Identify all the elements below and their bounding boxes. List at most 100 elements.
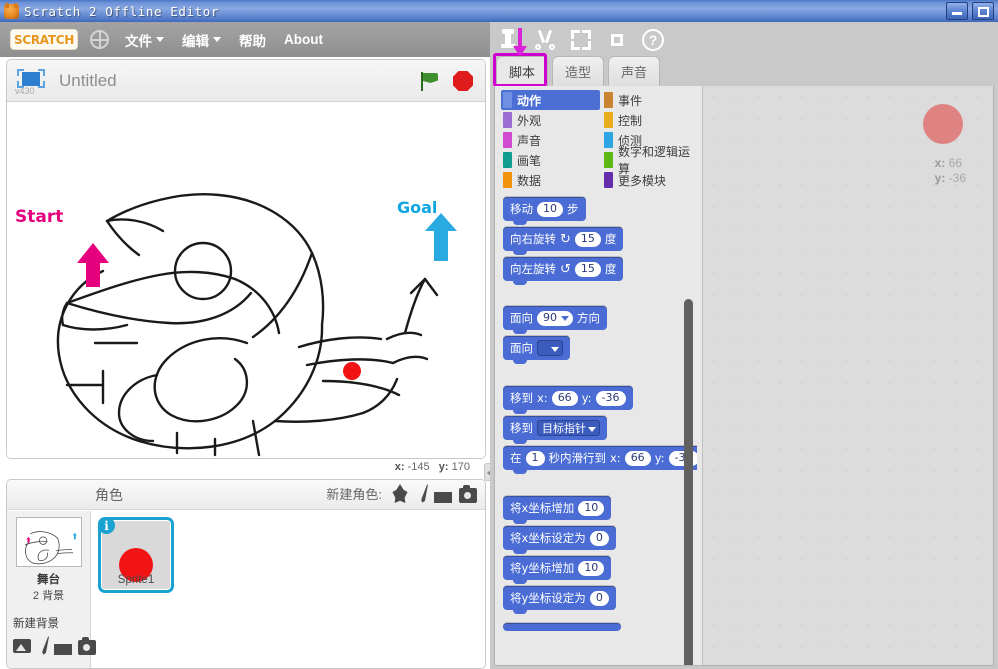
block-set-x-to[interactable]: 将x坐标设定为 0 bbox=[503, 526, 616, 550]
menu-file[interactable]: 文件 bbox=[125, 30, 164, 50]
scripts-canvas[interactable]: x: 66 y: -36 bbox=[702, 86, 993, 665]
block-input-degrees[interactable]: 15 bbox=[575, 262, 601, 277]
block-text: 将y坐标增加 bbox=[510, 560, 574, 576]
maximize-button[interactable] bbox=[972, 2, 994, 20]
project-title[interactable]: Untitled bbox=[59, 71, 117, 91]
stop-sign-icon[interactable] bbox=[453, 71, 473, 91]
tab-scripts[interactable]: 脚本 bbox=[496, 56, 548, 86]
category-swatch bbox=[503, 112, 512, 128]
menu-about[interactable]: About bbox=[284, 32, 323, 47]
block-input-secs[interactable]: 1 bbox=[526, 451, 545, 466]
block-change-x-by[interactable]: 将x坐标增加 10 bbox=[503, 496, 611, 520]
block-glide-secs-to-xy[interactable]: 在 1 秒内滑行到 x: 66 y: -36 bbox=[503, 446, 697, 470]
stage-canvas[interactable]: Start Goal bbox=[7, 103, 486, 459]
category-label: 数据 bbox=[517, 172, 541, 189]
maze-drawing bbox=[7, 103, 486, 459]
category-more-blocks[interactable]: 更多模块 bbox=[602, 170, 701, 190]
version-label: v430 bbox=[15, 86, 35, 96]
sprite-pane-header: 角色 新建角色: bbox=[7, 480, 485, 510]
block-input-dx[interactable]: 10 bbox=[578, 501, 604, 516]
category-label: 声音 bbox=[517, 132, 541, 149]
os-title-bar: Scratch 2 Offline Editor bbox=[0, 0, 998, 22]
block-go-to-target[interactable]: 移到 目标指针 bbox=[503, 416, 607, 440]
editor-body: 动作 事件 外观 控制 声音 侦测 bbox=[494, 86, 994, 666]
block-dropdown-goto-target[interactable]: 目标指针 bbox=[537, 420, 600, 436]
upload-sprite-icon[interactable] bbox=[434, 484, 452, 503]
category-swatch bbox=[503, 172, 512, 188]
chevron-down-icon bbox=[156, 37, 164, 42]
minimize-button[interactable] bbox=[946, 2, 968, 20]
paint-sprite-icon[interactable] bbox=[420, 484, 429, 503]
block-change-y-by[interactable]: 将y坐标增加 10 bbox=[503, 556, 611, 580]
globe-icon[interactable] bbox=[90, 30, 109, 49]
stage-thumbnail[interactable] bbox=[16, 517, 82, 567]
block-dropdown-target[interactable] bbox=[537, 340, 563, 356]
category-data[interactable]: 数据 bbox=[501, 170, 600, 190]
grow-icon[interactable] bbox=[570, 29, 592, 51]
category-looks[interactable]: 外观 bbox=[501, 110, 600, 130]
sprite-info-badge[interactable]: i bbox=[98, 517, 115, 534]
palette-scrollbar-thumb[interactable] bbox=[684, 299, 693, 665]
block-dropdown-direction[interactable]: 90 bbox=[537, 311, 573, 326]
block-input-degrees[interactable]: 15 bbox=[575, 232, 601, 247]
block-input-x[interactable]: 0 bbox=[590, 531, 609, 546]
block-input-y[interactable]: 0 bbox=[590, 591, 609, 606]
menu-about-label: About bbox=[284, 32, 323, 47]
category-events[interactable]: 事件 bbox=[602, 90, 701, 110]
green-flag-icon[interactable] bbox=[420, 72, 439, 91]
category-operators[interactable]: 数字和逻辑运算 bbox=[602, 150, 701, 170]
block-input-x[interactable]: 66 bbox=[552, 391, 578, 406]
block-move-steps[interactable]: 移动 10 步 bbox=[503, 197, 586, 221]
tab-costumes[interactable]: 造型 bbox=[552, 56, 604, 86]
block-set-y-to[interactable]: 将y坐标设定为 0 bbox=[503, 586, 616, 610]
block-text: 秒内滑行到 bbox=[549, 450, 607, 466]
block-turn-right[interactable]: 向右旋转 ↻ 15 度 bbox=[503, 227, 623, 251]
block-turn-left[interactable]: 向左旋转 ↺ 15 度 bbox=[503, 257, 623, 281]
mouse-y-label: y: bbox=[439, 461, 449, 473]
mouse-x-label: x: bbox=[395, 461, 405, 473]
menu-edit[interactable]: 编辑 bbox=[182, 30, 221, 50]
category-swatch bbox=[503, 152, 512, 168]
block-text: 面向 bbox=[510, 310, 533, 326]
image-backdrop-icon[interactable] bbox=[13, 639, 31, 653]
cut-scissors-icon[interactable] bbox=[534, 29, 556, 51]
block-input-y[interactable]: -36 bbox=[596, 391, 626, 406]
menu-help[interactable]: 帮助 bbox=[239, 30, 266, 50]
tab-sounds[interactable]: 声音 bbox=[608, 56, 660, 86]
upload-backdrop-icon[interactable] bbox=[54, 636, 72, 655]
mouse-y-value: 170 bbox=[452, 461, 470, 473]
window-controls bbox=[946, 2, 994, 20]
shrink-icon[interactable] bbox=[606, 29, 628, 51]
editor-panel: ? 脚本 造型 声音 动作 事件 外观 控制 bbox=[490, 22, 998, 669]
sprite-list: i Sprite1 bbox=[92, 511, 485, 668]
sprite-tile-sprite1[interactable]: i Sprite1 bbox=[98, 517, 174, 593]
block-input-dy[interactable]: 10 bbox=[578, 561, 604, 576]
category-motion[interactable]: 动作 bbox=[501, 90, 600, 110]
block-point-in-direction[interactable]: 面向 90 方向 bbox=[503, 306, 607, 330]
block-palette[interactable]: 移动 10 步 向右旋转 ↻ 15 度 向左旋转 ↺ 15 度 面向 90 方向 bbox=[495, 191, 697, 665]
surprise-sprite-icon[interactable] bbox=[391, 484, 409, 503]
stage-selector[interactable]: 舞台 2 背景 新建背景 bbox=[7, 511, 91, 669]
block-point-towards[interactable]: 面向 bbox=[503, 336, 570, 360]
block-go-to-xy[interactable]: 移到 x: 66 y: -36 bbox=[503, 386, 633, 410]
camera-sprite-icon[interactable] bbox=[459, 488, 477, 503]
help-icon[interactable]: ? bbox=[642, 29, 664, 51]
stage-selector-name: 舞台 bbox=[37, 571, 60, 587]
watermark-x-value: 66 bbox=[949, 156, 962, 170]
block-text: 步 bbox=[567, 201, 579, 217]
block-text: 移动 bbox=[510, 201, 533, 217]
annotation-arrow-icon bbox=[512, 28, 528, 58]
block-input-steps[interactable]: 10 bbox=[537, 202, 563, 217]
category-sound[interactable]: 声音 bbox=[501, 130, 600, 150]
menu-edit-label: 编辑 bbox=[182, 30, 209, 50]
block-partial-next[interactable] bbox=[503, 623, 621, 631]
paint-backdrop-icon[interactable] bbox=[41, 636, 50, 655]
start-arrow-icon bbox=[77, 243, 109, 287]
category-swatch bbox=[604, 92, 613, 108]
left-column: v430 Untitled bbox=[0, 57, 490, 669]
category-pen[interactable]: 画笔 bbox=[501, 150, 600, 170]
category-control[interactable]: 控制 bbox=[602, 110, 701, 130]
start-label: Start bbox=[15, 207, 63, 227]
category-swatch bbox=[604, 132, 613, 148]
block-input-x[interactable]: 66 bbox=[625, 451, 651, 466]
